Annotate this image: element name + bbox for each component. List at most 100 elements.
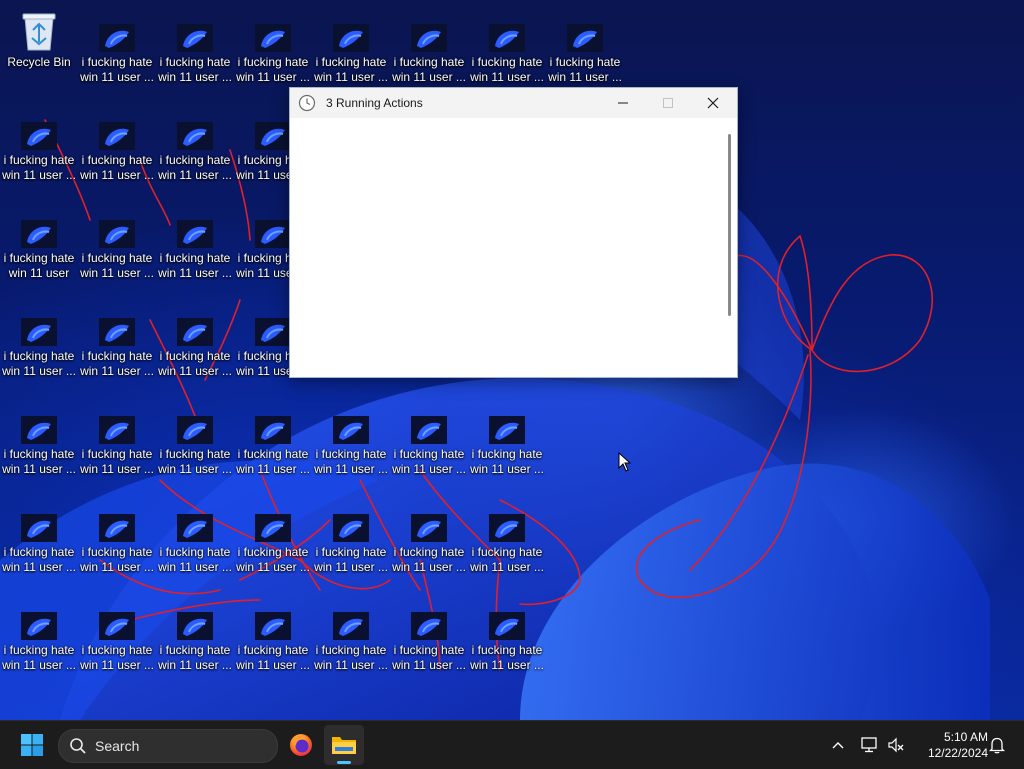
desktop-shortcut[interactable]: i fucking hatewin 11 user ... xyxy=(312,0,390,96)
dialog-scrollbar[interactable] xyxy=(728,134,731,316)
desktop-shortcut[interactable]: i fucking hate win 11 user xyxy=(0,196,78,292)
folder-icon xyxy=(332,737,356,754)
desktop-shortcut[interactable]: i fucking hatewin 11 user ... xyxy=(234,490,312,586)
shortcut-thumbnail-icon xyxy=(177,220,213,248)
shortcut-label-line1: i fucking hate xyxy=(3,447,75,461)
desktop-shortcut[interactable]: i fucking hatewin 11 user ... xyxy=(234,0,312,96)
shortcut-label-line2: win 11 user ... xyxy=(392,462,466,476)
notification-button[interactable] xyxy=(986,725,1008,765)
desktop-shortcut[interactable]: i fucking hatewin 11 user ... xyxy=(78,294,156,390)
shortcut-label-line1: i fucking hate xyxy=(237,545,309,559)
volume-button[interactable] xyxy=(884,725,908,765)
shortcut-thumbnail-icon xyxy=(99,514,135,542)
desktop-shortcut[interactable]: i fucking hatewin 11 user ... xyxy=(0,490,78,586)
desktop-shortcut[interactable]: i fucking hatewin 11 user ... xyxy=(390,490,468,586)
desktop-shortcut[interactable]: i fucking hatewin 11 user ... xyxy=(156,392,234,488)
desktop-shortcut-label: i fucking hatewin 11 user ... xyxy=(390,55,468,85)
tray-overflow-button[interactable] xyxy=(826,725,850,765)
dialog-title: 3 Running Actions xyxy=(326,96,423,110)
desktop-shortcut[interactable]: i fucking hatewin 11 user ... xyxy=(468,588,546,684)
desktop-shortcut-label: i fucking hatewin 11 user ... xyxy=(390,447,468,477)
desktop-shortcut[interactable]: i fucking hatewin 11 user ... xyxy=(156,588,234,684)
shortcut-thumbnail-icon xyxy=(21,220,57,248)
network-button[interactable] xyxy=(856,725,882,765)
desktop-shortcut[interactable]: i fucking hatewin 11 user ... xyxy=(156,294,234,390)
shortcut-label-line2: win 11 user ... xyxy=(2,168,76,182)
shortcut-thumbnail-icon xyxy=(411,416,447,444)
desktop-shortcut-label: i fucking hatewin 11 user ... xyxy=(156,349,234,379)
desktop-shortcut[interactable]: i fucking hatewin 11 user ... xyxy=(312,588,390,684)
desktop-shortcut[interactable]: i fucking hatewin 11 user ... xyxy=(390,392,468,488)
network-icon xyxy=(861,737,877,753)
desktop-shortcut[interactable]: i fucking hatewin 11 user ... xyxy=(468,0,546,96)
shortcut-label-line2: win 11 user ... xyxy=(470,70,544,84)
start-button[interactable] xyxy=(12,725,52,765)
desktop-shortcut[interactable]: i fucking hatewin 11 user ... xyxy=(468,392,546,488)
running-actions-dialog[interactable]: 3 Running Actions xyxy=(289,87,738,378)
shortcut-label-line2: win 11 user ... xyxy=(80,462,154,476)
desktop-shortcut[interactable]: i fucking hatewin 11 user ... xyxy=(234,588,312,684)
shortcut-thumbnail-icon xyxy=(21,612,57,640)
recycle-bin-label: Recycle Bin xyxy=(7,55,71,69)
desktop-shortcut[interactable]: i fucking hatewin 11 user ... xyxy=(78,588,156,684)
shortcut-thumbnail-icon xyxy=(21,514,57,542)
shortcut-thumbnail-icon xyxy=(489,612,525,640)
desktop-shortcut-label: i fucking hatewin 11 user ... xyxy=(312,643,390,673)
shortcut-thumbnail-icon xyxy=(255,514,291,542)
desktop-shortcut[interactable]: i fucking hatewin 11 user ... xyxy=(0,98,78,194)
desktop-shortcut-label: i fucking hatewin 11 user ... xyxy=(156,447,234,477)
shortcut-label-line1: i fucking hate xyxy=(159,251,231,265)
desktop-shortcut[interactable]: i fucking hatewin 11 user ... xyxy=(78,0,156,96)
recycle-bin[interactable]: Recycle Bin xyxy=(0,0,78,96)
desktop-shortcut[interactable]: i fucking hatewin 11 user ... xyxy=(234,392,312,488)
shortcut-label-line1: i fucking hate xyxy=(237,55,309,69)
desktop-shortcut[interactable]: i fucking hatewin 11 user ... xyxy=(390,0,468,96)
shortcut-label-line1: i fucking hate xyxy=(315,545,387,559)
chevron-up-icon xyxy=(832,742,844,749)
desktop-shortcut[interactable]: i fucking hatewin 11 user ... xyxy=(156,98,234,194)
desktop-shortcut[interactable]: i fucking hatewin 11 user ... xyxy=(312,490,390,586)
desktop-shortcut[interactable]: i fucking hatewin 11 user ... xyxy=(0,588,78,684)
desktop-shortcut-label: i fucking hate win 11 user xyxy=(0,251,78,281)
shortcut-label-line1: i fucking hate xyxy=(3,643,75,657)
desktop-shortcut-label: i fucking hatewin 11 user ... xyxy=(156,55,234,85)
desktop-shortcut[interactable]: i fucking hatewin 11 user ... xyxy=(78,98,156,194)
desktop-shortcut[interactable]: i fucking hatewin 11 user ... xyxy=(156,196,234,292)
desktop-shortcut[interactable]: i fucking hatewin 11 user ... xyxy=(0,392,78,488)
desktop-shortcut-label: i fucking hatewin 11 user ... xyxy=(78,447,156,477)
dialog-titlebar[interactable]: 3 Running Actions xyxy=(290,88,737,118)
maximize-button[interactable] xyxy=(645,88,691,118)
desktop-shortcut-label: i fucking hatewin 11 user ... xyxy=(78,251,156,281)
shortcut-label-line2: win 11 user ... xyxy=(470,658,544,672)
desktop-shortcut[interactable]: i fucking hatewin 11 user ... xyxy=(546,0,624,96)
mouse-cursor-icon xyxy=(618,452,632,472)
shortcut-label-line1: i fucking hate xyxy=(3,545,75,559)
shortcut-label-line1: i fucking hate xyxy=(393,643,465,657)
shortcut-label-line1: i fucking hate xyxy=(159,545,231,559)
desktop-shortcut[interactable]: i fucking hatewin 11 user ... xyxy=(468,490,546,586)
desktop-shortcut[interactable]: i fucking hatewin 11 user ... xyxy=(156,490,234,586)
shortcut-thumbnail-icon xyxy=(21,318,57,346)
desktop-shortcut-label: i fucking hatewin 11 user ... xyxy=(234,643,312,673)
desktop-shortcut[interactable]: i fucking hatewin 11 user ... xyxy=(0,294,78,390)
desktop-shortcut[interactable]: i fucking hatewin 11 user ... xyxy=(312,392,390,488)
desktop-shortcut[interactable]: i fucking hatewin 11 user ... xyxy=(78,490,156,586)
system-clock[interactable]: 5:10 AM 12/22/2024 xyxy=(912,729,988,761)
shortcut-label-line2: win 11 user ... xyxy=(2,462,76,476)
desktop-shortcut[interactable]: i fucking hatewin 11 user ... xyxy=(78,392,156,488)
desktop-shortcut[interactable]: i fucking hatewin 11 user ... xyxy=(390,588,468,684)
taskbar-app-file-explorer[interactable] xyxy=(324,725,364,765)
shortcut-thumbnail-icon xyxy=(567,24,603,52)
shortcut-thumbnail-icon xyxy=(177,122,213,150)
taskbar-app-firefox[interactable] xyxy=(282,725,320,765)
desktop-shortcut[interactable]: i fucking hatewin 11 user ... xyxy=(78,196,156,292)
taskbar-search[interactable]: Search xyxy=(58,729,278,763)
desktop-shortcut-label: i fucking hatewin 11 user ... xyxy=(78,153,156,183)
shortcut-label-line2: win 11 user ... xyxy=(314,462,388,476)
close-button[interactable] xyxy=(690,88,736,118)
shortcut-thumbnail-icon xyxy=(255,612,291,640)
shortcut-thumbnail-icon xyxy=(177,416,213,444)
shortcut-label-line1: i fucking hate xyxy=(393,545,465,559)
desktop-shortcut[interactable]: i fucking hatewin 11 user ... xyxy=(156,0,234,96)
minimize-button[interactable] xyxy=(600,88,646,118)
